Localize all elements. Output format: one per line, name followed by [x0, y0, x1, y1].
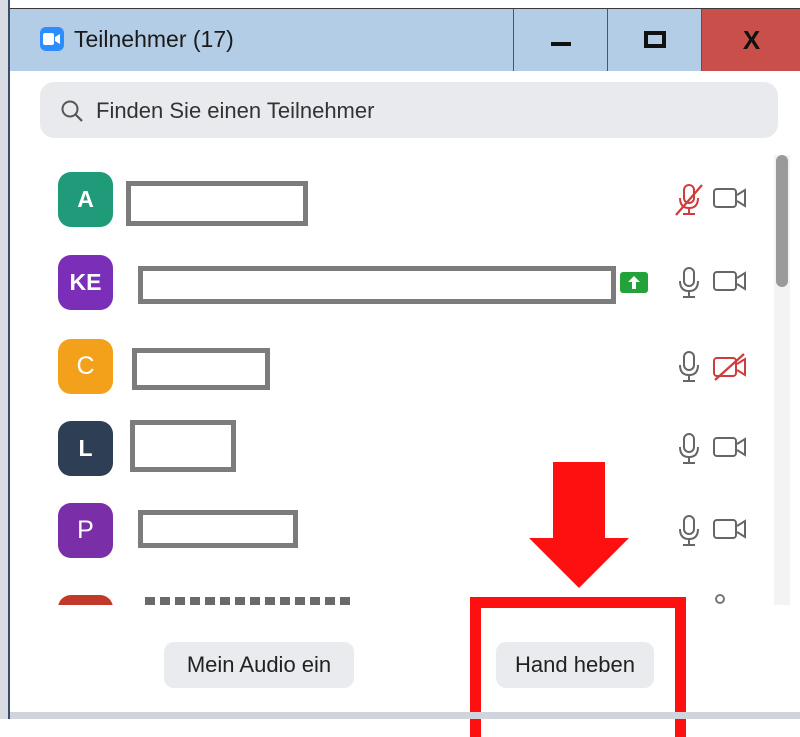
redacted-name: [138, 510, 298, 548]
participant-row[interactable]: C: [10, 336, 780, 420]
microphone-icon[interactable]: [672, 512, 706, 550]
search-placeholder: Finden Sie einen Teilnehmer: [96, 98, 375, 123]
redacted-name: [130, 420, 236, 472]
participant-row[interactable]: P: [10, 500, 780, 584]
microphone-icon[interactable]: [672, 264, 706, 302]
redacted-name: [138, 266, 616, 304]
minimize-button[interactable]: [513, 9, 608, 71]
video-icon[interactable]: [712, 516, 748, 542]
desktop-edge: [0, 0, 10, 719]
participant-row[interactable]: A: [10, 169, 780, 253]
maximize-button[interactable]: [607, 9, 702, 71]
search-field[interactable]: Finden Sie einen Teilnehmer: [40, 82, 778, 138]
zoom-app-icon: [40, 27, 64, 51]
avatar: C: [58, 339, 113, 394]
minimize-icon: [551, 42, 571, 46]
window-bottom-edge: [10, 712, 800, 719]
video-icon[interactable]: [712, 268, 748, 294]
search-icon: [61, 100, 83, 122]
unmute-audio-button[interactable]: Mein Audio ein: [164, 642, 354, 688]
close-button[interactable]: X: [701, 9, 800, 71]
close-icon: X: [742, 24, 761, 55]
avatar: L: [58, 421, 113, 476]
avatar: P: [58, 503, 113, 558]
scrollbar[interactable]: [774, 155, 790, 605]
redacted-name: [126, 181, 308, 226]
participant-list[interactable]: A KE C L P: [10, 150, 780, 605]
scrollbar-thumb[interactable]: [776, 155, 788, 287]
raise-hand-badge: [620, 272, 648, 293]
microphone-icon[interactable]: [672, 348, 706, 386]
participant-row[interactable]: KE: [10, 252, 780, 336]
title-bar: Teilnehmer (17) X: [10, 8, 800, 71]
avatar: [58, 595, 113, 605]
redacted-name: [132, 348, 270, 390]
video-off-icon[interactable]: [712, 352, 748, 382]
microphone-muted-icon[interactable]: [672, 181, 706, 219]
avatar: A: [58, 172, 113, 227]
maximize-icon: [644, 31, 666, 48]
up-arrow-icon: [628, 276, 640, 289]
participant-row[interactable]: L: [10, 418, 780, 502]
microphone-icon: [715, 594, 725, 604]
down-arrow-icon: [529, 462, 629, 588]
video-icon[interactable]: [712, 185, 748, 211]
window-title: Teilnehmer (17): [74, 26, 234, 52]
avatar: KE: [58, 255, 113, 310]
microphone-icon[interactable]: [672, 430, 706, 468]
video-icon[interactable]: [712, 434, 748, 460]
partial-name-text: [145, 597, 350, 605]
